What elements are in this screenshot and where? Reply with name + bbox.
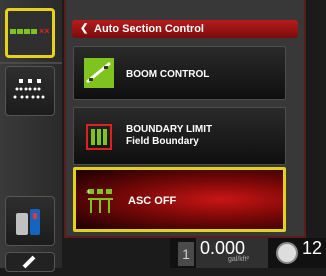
tools-icon	[16, 209, 40, 235]
speed-value: 12	[302, 238, 323, 258]
boundary-label: BOUNDARY LIMIT Field Boundary	[126, 124, 212, 148]
sidebar: ××	[0, 0, 62, 272]
asc-icon: ×	[86, 189, 113, 213]
boom-control-icon	[84, 58, 114, 88]
application-rate-unit: gal/kft²	[228, 256, 250, 263]
boom-control-label: BOOM CONTROL	[126, 69, 210, 80]
asc-off-button[interactable]: × ASC OFF	[73, 167, 286, 232]
boundary-limit-button[interactable]: BOUNDARY LIMIT Field Boundary	[73, 107, 286, 165]
boom-control-button[interactable]: BOOM CONTROL	[73, 46, 286, 100]
chevron-left-icon	[22, 255, 36, 269]
sprayer-nozzles-icon	[13, 79, 45, 99]
nav-bottom-button[interactable]	[5, 252, 55, 272]
tools-button[interactable]	[5, 196, 55, 246]
speed-gauge-icon	[276, 242, 298, 264]
sections-icon: ××	[10, 26, 50, 36]
sprayer-button[interactable]	[5, 66, 55, 116]
panel-title: Auto Section Control	[94, 23, 204, 35]
boundary-limit-title: BOUNDARY LIMIT	[126, 124, 213, 135]
sections-button[interactable]: ××	[5, 8, 55, 58]
section-count: 1	[178, 242, 194, 266]
panel-header[interactable]: ❮ Auto Section Control	[72, 20, 298, 38]
back-arrow-icon[interactable]: ❮	[80, 20, 88, 38]
asc-off-label: ASC OFF	[128, 195, 177, 207]
svg-text:××: ××	[39, 26, 50, 36]
boundary-field-subtitle: Field Boundary	[126, 136, 199, 147]
svg-text:×: ×	[86, 189, 90, 196]
boundary-limit-icon	[86, 124, 112, 150]
